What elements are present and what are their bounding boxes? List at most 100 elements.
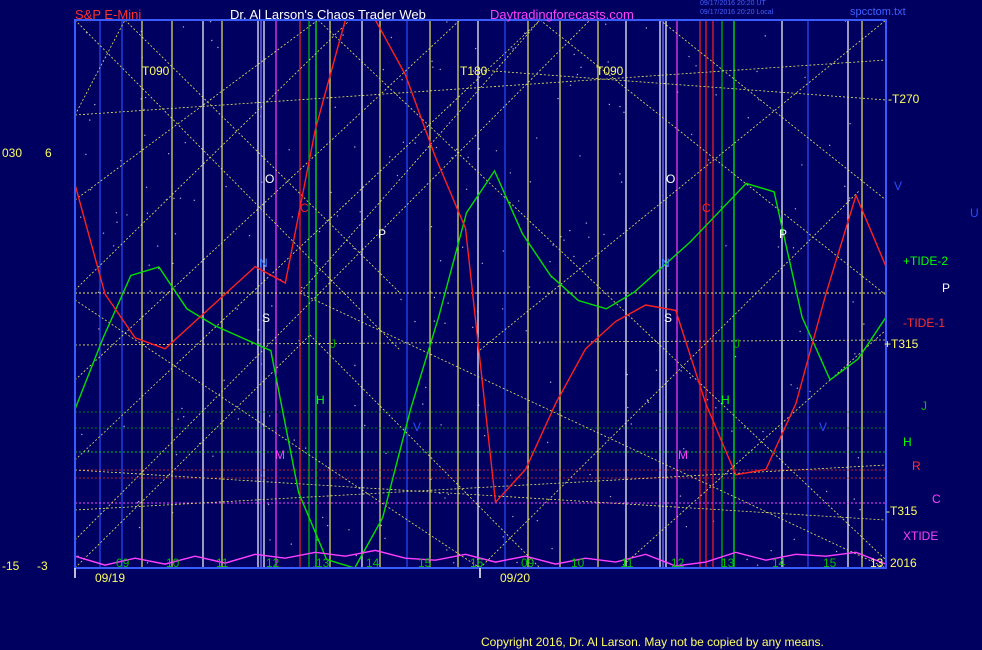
- bg-dot: [156, 245, 159, 247]
- bg-dot: [467, 156, 469, 159]
- bg-dot: [81, 433, 83, 436]
- bg-dot: [835, 550, 838, 553]
- bg-dot: [483, 434, 486, 437]
- bg-dot: [348, 529, 350, 531]
- bg-dot: [144, 96, 147, 99]
- bg-dot: [557, 97, 559, 100]
- planet-label: O: [265, 172, 275, 186]
- bg-dot: [529, 181, 532, 183]
- bg-dot: [623, 111, 625, 114]
- x-tick-label: 14: [772, 556, 786, 570]
- bg-dot: [389, 156, 391, 158]
- bg-dot: [433, 296, 436, 299]
- tide-series: [74, 19, 887, 569]
- bg-dot: [461, 246, 464, 248]
- bg-dot: [211, 39, 213, 42]
- cycle-diagonals: [74, 19, 887, 569]
- bg-dot: [549, 261, 551, 263]
- bg-dot: [481, 262, 484, 265]
- right-label: XTIDE: [903, 529, 939, 543]
- bg-dot: [179, 197, 182, 200]
- bg-dot: [668, 288, 670, 291]
- bg-dot: [354, 364, 356, 367]
- bg-dot: [801, 164, 803, 166]
- bg-dot: [209, 20, 212, 23]
- bg-dot: [715, 94, 717, 96]
- bg-dot: [414, 320, 416, 323]
- bg-dot: [472, 326, 474, 329]
- planet-label: H: [316, 393, 325, 407]
- bg-dot: [217, 46, 219, 49]
- bg-dot: [799, 330, 801, 333]
- bg-dot: [336, 215, 339, 217]
- bg-dot: [777, 246, 780, 248]
- cycle-diagonal: [74, 299, 481, 569]
- bg-dot: [116, 221, 118, 223]
- planet-label: C: [702, 201, 711, 215]
- bg-dot: [589, 473, 591, 476]
- bg-dot: [563, 239, 565, 241]
- bg-dot: [626, 373, 628, 376]
- bg-dot: [435, 146, 438, 149]
- right-label: -TIDE-1: [903, 316, 945, 330]
- planet-label: V: [413, 420, 422, 434]
- bg-dot: [707, 159, 710, 161]
- cycle-diagonal: [659, 19, 887, 201]
- planet-label: P: [378, 227, 387, 241]
- bg-dot: [794, 208, 797, 210]
- bg-dot: [146, 212, 149, 214]
- series--tide-1: [74, 19, 887, 504]
- bg-dot: [516, 561, 518, 564]
- bg-dot: [330, 191, 332, 194]
- bg-dot: [123, 425, 125, 428]
- bg-dot: [630, 423, 632, 425]
- bg-dot: [502, 536, 504, 538]
- bg-dot: [758, 99, 760, 101]
- bg-dot: [715, 407, 717, 409]
- x-tick-label: 09: [116, 556, 130, 570]
- bg-dot: [342, 34, 344, 36]
- bg-dot: [605, 23, 607, 25]
- bg-dot: [401, 79, 403, 81]
- chart-plot: [74, 19, 887, 578]
- x-tick-label: 10: [571, 556, 585, 570]
- bg-dot: [444, 322, 446, 324]
- x-tick-label: 15: [823, 556, 837, 570]
- bg-dot: [440, 424, 442, 426]
- bg-dot: [551, 547, 553, 550]
- bg-dot: [430, 226, 433, 228]
- bg-dot: [576, 73, 579, 76]
- bg-dot: [144, 134, 146, 137]
- bg-dot: [97, 291, 100, 294]
- bg-dot: [552, 244, 554, 246]
- bg-dot: [679, 495, 682, 497]
- bg-dot: [451, 157, 453, 159]
- bg-dot: [747, 117, 750, 119]
- bg-dot: [173, 197, 175, 200]
- site-link[interactable]: Daytradingforecasts.com: [490, 8, 634, 21]
- bg-dot: [456, 148, 458, 151]
- bg-dot: [495, 150, 498, 152]
- planet-label: O: [666, 172, 676, 186]
- file-name: spcctom.txt: [850, 6, 906, 18]
- bg-dot: [512, 515, 514, 518]
- bg-dot: [326, 524, 329, 527]
- bg-dot: [863, 323, 865, 325]
- bg-dot: [112, 245, 115, 247]
- planet-label: S: [262, 311, 271, 325]
- bg-dot: [94, 103, 96, 106]
- bg-dot: [792, 247, 795, 249]
- bg-dot: [98, 328, 100, 330]
- bg-dot: [321, 516, 324, 519]
- bg-dot: [647, 401, 650, 404]
- scale-top-a: 030: [2, 146, 23, 160]
- right-label: +TIDE-2: [903, 254, 949, 268]
- bg-dot: [528, 286, 531, 288]
- bg-dot: [390, 36, 393, 39]
- bg-dot: [844, 185, 846, 188]
- bg-dot: [447, 493, 450, 496]
- right-label: P: [942, 281, 951, 295]
- cycle-diagonal: [299, 19, 541, 294]
- bg-dot: [268, 415, 271, 417]
- bg-dot: [136, 502, 139, 504]
